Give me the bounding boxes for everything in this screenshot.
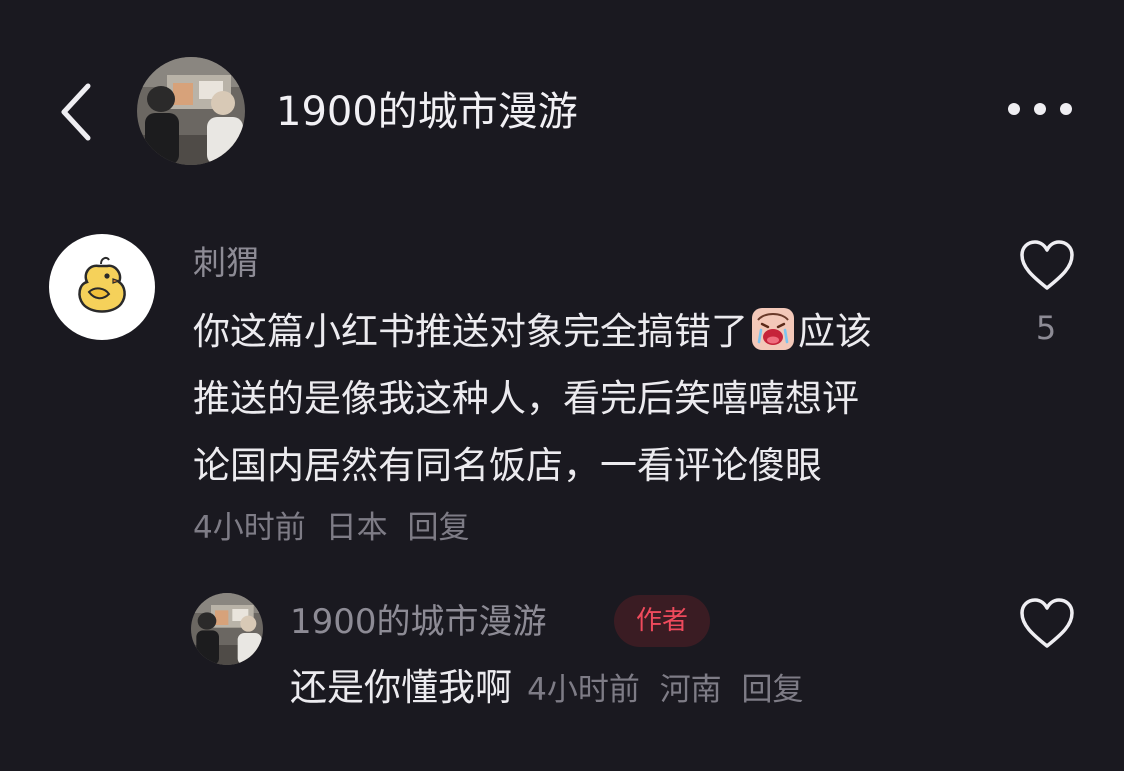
reply-avatar[interactable]	[191, 593, 263, 665]
more-dots-icon	[1060, 103, 1072, 115]
like-count: 5	[1035, 309, 1057, 347]
chick-icon	[78, 256, 126, 313]
reply-text: 还是你懂我啊	[290, 666, 512, 709]
reply-content: 还是你懂我啊 4小时前 河南 回复	[290, 662, 814, 714]
reply-time: 4小时前	[527, 672, 640, 708]
commenter-name[interactable]: 刺猬	[193, 240, 259, 286]
comment-thread-screen: 1900的城市漫游 刺猬 你这篇小红书推送对象完全搞错了 应该 推送的是像我这种…	[0, 0, 1124, 771]
more-dots-icon	[1034, 103, 1046, 115]
reply-button[interactable]: 回复	[742, 672, 804, 708]
avatar-photo	[137, 57, 245, 165]
comment-text: 你这篇小红书推送对象完全搞错了 应该 推送的是像我这种人，看完后笑嘻嘻想评 论国…	[193, 298, 983, 499]
comment-line-text: 应该	[798, 310, 872, 353]
avatar-photo	[191, 593, 263, 665]
author-badge: 作者	[614, 595, 710, 647]
back-button[interactable]	[44, 72, 114, 148]
comment-time: 4小时前	[193, 510, 306, 546]
reply-like-button[interactable]	[1018, 596, 1076, 650]
comment-meta: 4小时前 日本 回复	[193, 507, 479, 549]
header-avatar[interactable]	[137, 57, 245, 165]
heart-outline-icon	[1020, 240, 1074, 290]
reply-meta: 4小时前 河南 回复	[527, 672, 813, 708]
chevron-left-icon	[61, 83, 91, 141]
comment-line: 论国内居然有同名饭店，一看评论傻眼	[193, 444, 822, 487]
commenter-avatar[interactable]	[49, 234, 155, 340]
reply-button[interactable]: 回复	[407, 510, 469, 546]
comment-like-button[interactable]	[1018, 238, 1076, 292]
heart-outline-icon	[1020, 598, 1074, 648]
comment-line: 推送的是像我这种人，看完后笑嘻嘻想评	[193, 377, 859, 420]
comment-line: 你这篇小红书推送对象完全搞错了 应该	[193, 298, 983, 365]
comment-line-text: 你这篇小红书推送对象完全搞错了	[193, 310, 748, 353]
more-dots-icon	[1008, 103, 1020, 115]
more-options-button[interactable]	[996, 84, 1084, 136]
reply-author-name[interactable]: 1900的城市漫游	[290, 599, 547, 645]
crying-face-emoji	[752, 308, 794, 350]
page-title[interactable]: 1900的城市漫游	[276, 84, 578, 140]
reply-location: 河南	[659, 672, 722, 708]
comment-location: 日本	[325, 510, 388, 546]
